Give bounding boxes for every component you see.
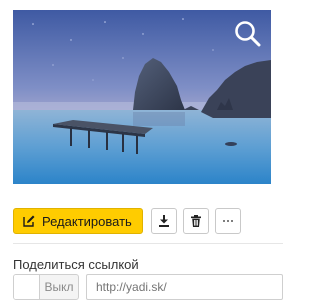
toggle-state-label: Выкл bbox=[44, 280, 74, 294]
file-actions-toolbar: Редактировать bbox=[13, 208, 241, 234]
more-button[interactable] bbox=[214, 208, 241, 234]
share-link-label: Поделиться ссылкой bbox=[13, 257, 139, 272]
download-icon bbox=[158, 215, 169, 227]
pencil-edit-icon bbox=[23, 215, 35, 227]
edit-button[interactable]: Редактировать bbox=[13, 208, 143, 234]
magnifier-icon bbox=[235, 21, 261, 47]
edit-button-label: Редактировать bbox=[42, 213, 132, 229]
photo-preview[interactable] bbox=[13, 10, 271, 184]
delete-button[interactable] bbox=[182, 208, 209, 234]
download-button[interactable] bbox=[150, 208, 177, 234]
zoom-button[interactable] bbox=[233, 19, 263, 49]
divider bbox=[13, 243, 283, 244]
share-link-input[interactable] bbox=[86, 274, 283, 300]
file-preview-panel: Редактировать Поделиться ссылкой Выкл ht… bbox=[0, 0, 293, 300]
more-dots-icon bbox=[222, 220, 233, 222]
share-link-toggle[interactable]: Выкл bbox=[13, 274, 79, 300]
trash-icon bbox=[190, 215, 201, 227]
toggle-knob bbox=[14, 275, 40, 299]
